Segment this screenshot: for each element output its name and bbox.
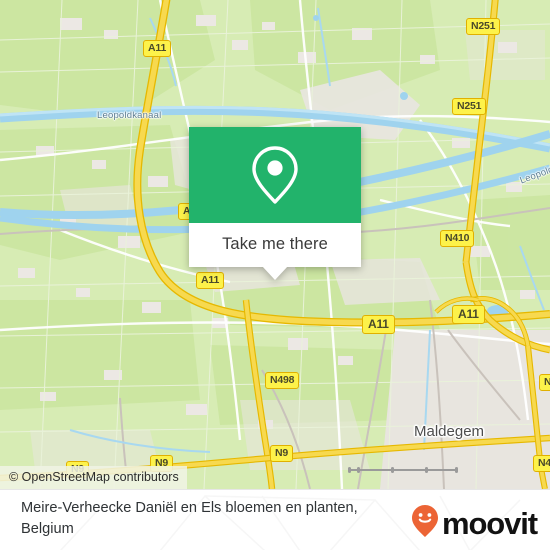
map-attribution[interactable]: © OpenStreetMap contributors bbox=[0, 466, 187, 489]
road-shield: A11 bbox=[452, 305, 485, 324]
road-shield: N4 bbox=[539, 374, 550, 391]
road-shield: N4 bbox=[533, 455, 550, 472]
moovit-brand[interactable]: moovit bbox=[411, 504, 538, 543]
moovit-wordmark: moovit bbox=[441, 506, 538, 541]
scale-bar-tick bbox=[357, 467, 360, 473]
scale-bar-tick bbox=[425, 467, 428, 473]
road-shield: A11 bbox=[143, 40, 172, 57]
place-label: Maldegem bbox=[414, 423, 485, 440]
footer-bar: Meire-Verheecke Daniël en Els bloemen en… bbox=[0, 489, 550, 550]
road-shield: A11 bbox=[362, 315, 395, 334]
place-title: Meire-Verheecke Daniël en Els bloemen en… bbox=[21, 500, 358, 537]
take-me-there-callout[interactable]: Take me there bbox=[189, 127, 361, 280]
callout-footer[interactable]: Take me there bbox=[189, 223, 361, 280]
road-shield: N251 bbox=[452, 98, 487, 115]
scale-bar-tick bbox=[348, 467, 351, 473]
map-pin-icon bbox=[250, 144, 300, 206]
road-shield: N410 bbox=[440, 230, 475, 247]
road-shield: A11 bbox=[196, 272, 225, 289]
map-viewport[interactable]: A11N251N251A11N410A11A11A11N498N4N9N9N9N… bbox=[0, 0, 550, 489]
scale-bar-tick bbox=[391, 467, 394, 473]
moovit-map-screenshot: A11N251N251A11N410A11A11A11N498N4N9N9N9N… bbox=[0, 0, 550, 550]
road-shield: N9 bbox=[270, 445, 294, 462]
moovit-smiley-pin-icon bbox=[411, 504, 439, 543]
road-shield: N251 bbox=[466, 18, 501, 35]
callout-header bbox=[189, 127, 361, 223]
water-label: Leopoldkanaal bbox=[97, 110, 162, 121]
scale-bar-tick bbox=[455, 467, 458, 473]
scale-bar-line bbox=[348, 469, 458, 471]
take-me-there-label: Take me there bbox=[222, 235, 328, 253]
road-shield: N498 bbox=[265, 372, 300, 389]
map-scale-bar bbox=[348, 466, 458, 474]
callout-tail bbox=[262, 266, 288, 280]
